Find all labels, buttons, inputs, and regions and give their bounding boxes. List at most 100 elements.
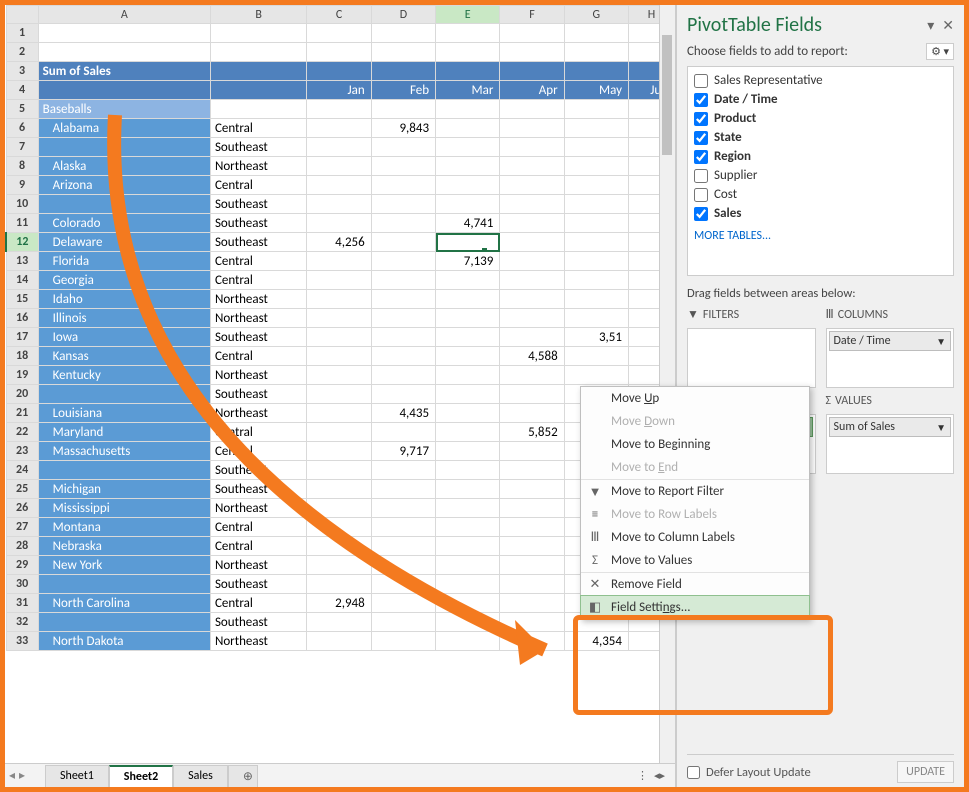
sheet-tab[interactable]: Sheet2 [109,765,173,787]
cell[interactable]: Central [210,594,306,613]
cell[interactable] [436,24,500,43]
context-menu-item[interactable]: ⅢMove to Column Labels [581,526,809,549]
row-header[interactable]: 24 [6,461,38,480]
cell[interactable] [307,613,371,632]
cell[interactable] [436,233,500,252]
cell[interactable] [436,518,500,537]
context-menu-item[interactable]: ▼Move to Report Filter [581,479,809,503]
cell[interactable]: Southeast [210,461,306,480]
cell[interactable] [307,62,371,81]
cell[interactable] [436,442,500,461]
row-header[interactable]: 21 [6,404,38,423]
row-header[interactable]: 19 [6,366,38,385]
cell[interactable]: Kentucky [38,366,210,385]
cell[interactable] [371,537,435,556]
cell[interactable] [500,138,564,157]
cell[interactable]: Nebraska [38,537,210,556]
tab-nav-arrows[interactable]: ◂▸ [9,768,25,783]
row-header[interactable]: 26 [6,499,38,518]
row-header[interactable]: 31 [6,594,38,613]
column-header-F[interactable]: F [500,6,564,24]
cell[interactable] [436,328,500,347]
cell[interactable] [38,195,210,214]
cell[interactable]: May [564,81,628,100]
cell[interactable] [436,461,500,480]
cell[interactable] [371,214,435,233]
cell[interactable]: 3,51 [564,328,628,347]
cell[interactable] [210,43,306,62]
cell[interactable] [307,176,371,195]
cell[interactable] [371,43,435,62]
cell[interactable] [500,176,564,195]
cell[interactable]: Michigan [38,480,210,499]
cell[interactable]: Southeast [210,575,306,594]
cell[interactable] [500,157,564,176]
cell[interactable] [371,480,435,499]
column-header-A[interactable]: A [38,6,210,24]
field-checkbox[interactable] [694,112,708,126]
cell[interactable] [436,62,500,81]
row-header[interactable]: 7 [6,138,38,157]
cell[interactable] [564,157,628,176]
cell[interactable] [564,233,628,252]
cell[interactable] [436,309,500,328]
cell[interactable] [500,62,564,81]
row-header[interactable]: 15 [6,290,38,309]
cell[interactable] [500,461,564,480]
zone-field-item[interactable]: Date / Time▼ [829,331,952,351]
cell[interactable]: 4,256 [307,233,371,252]
field-checkbox[interactable] [694,93,708,107]
row-header[interactable]: 29 [6,556,38,575]
field-list-item[interactable]: Cost [690,185,951,204]
cell[interactable] [38,24,210,43]
pane-layout-gear-icon[interactable]: ⚙ ▾ [926,43,954,60]
row-header[interactable]: 33 [6,632,38,651]
cell[interactable]: Northeast [210,632,306,651]
cell[interactable] [38,575,210,594]
cell[interactable] [564,252,628,271]
cell[interactable] [38,43,210,62]
row-header[interactable]: 12 [6,233,38,252]
row-header[interactable]: 18 [6,347,38,366]
more-tables-link[interactable]: MORE TABLES... [690,223,951,245]
cell[interactable] [500,195,564,214]
cell[interactable] [307,461,371,480]
cell[interactable] [307,214,371,233]
cell[interactable] [307,480,371,499]
tab-split-handle[interactable]: ◂▸ [654,769,665,782]
pane-close-icon[interactable]: ✕ [942,17,954,34]
field-list-item[interactable]: Region [690,147,951,166]
row-header[interactable]: 22 [6,423,38,442]
cell[interactable] [307,499,371,518]
row-header[interactable]: 14 [6,271,38,290]
cell[interactable] [371,290,435,309]
cell[interactable]: Alaska [38,157,210,176]
vertical-scroll-thumb[interactable] [662,35,672,155]
cell[interactable]: Central [210,271,306,290]
cell[interactable]: 2,948 [307,594,371,613]
field-list-item[interactable]: State [690,128,951,147]
column-header-G[interactable]: G [564,6,628,24]
cell[interactable] [210,62,306,81]
cell[interactable] [500,43,564,62]
row-header[interactable]: 16 [6,309,38,328]
field-list-item[interactable]: Product [690,109,951,128]
cell[interactable]: 9,843 [371,119,435,138]
cell[interactable] [307,100,371,119]
row-header[interactable]: 23 [6,442,38,461]
cell[interactable] [500,309,564,328]
column-header-B[interactable]: B [210,6,306,24]
cell[interactable] [436,613,500,632]
cell[interactable]: Central [210,347,306,366]
cell[interactable] [500,252,564,271]
cell[interactable]: 4,435 [371,404,435,423]
cell[interactable]: Central [210,518,306,537]
cell[interactable] [564,176,628,195]
cell[interactable]: North Dakota [38,632,210,651]
cell[interactable] [307,347,371,366]
field-checkbox[interactable] [694,188,708,202]
cell[interactable] [436,195,500,214]
zone-filters[interactable] [687,328,816,388]
context-menu-item[interactable]: Move to Beginning [581,433,809,456]
cell[interactable] [436,366,500,385]
